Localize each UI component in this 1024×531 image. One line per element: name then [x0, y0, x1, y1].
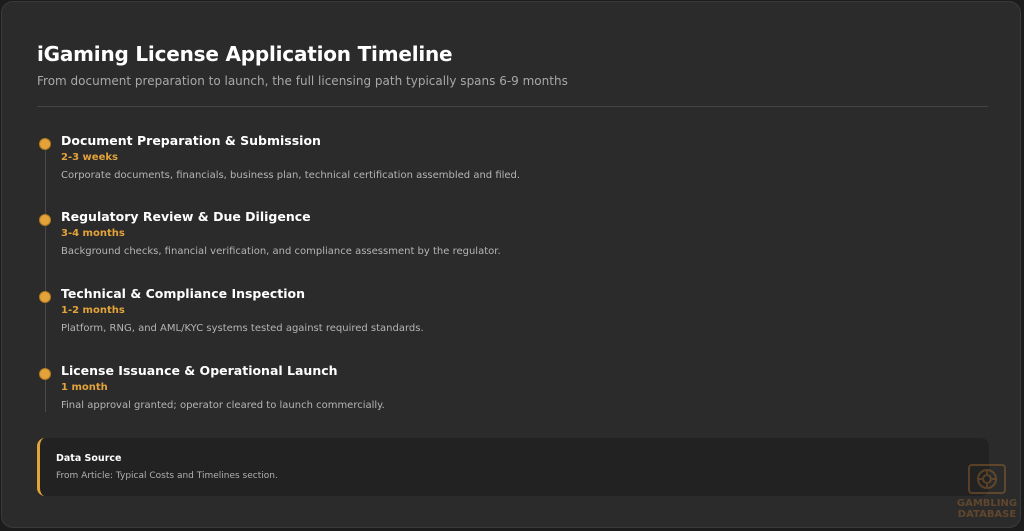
timeline-card: iGaming License Application Timeline Fro…: [1, 1, 1021, 528]
page-title: iGaming License Application Timeline: [37, 42, 453, 66]
timeline-dot-icon: [39, 368, 51, 380]
step-description: Final approval granted; operator cleared…: [61, 400, 385, 411]
timeline-dot-icon: [39, 214, 51, 226]
gambling-database-watermark: GAMBLING DATABASE: [952, 462, 1022, 528]
step-duration: 1-2 months: [61, 305, 125, 316]
timeline-dot-icon: [39, 138, 51, 150]
step-title: Regulatory Review & Due Diligence: [61, 209, 311, 224]
step-duration: 2-3 weeks: [61, 152, 118, 163]
step-title: Document Preparation & Submission: [61, 133, 321, 148]
step-title: License Issuance & Operational Launch: [61, 363, 338, 378]
step-description: Background checks, financial verificatio…: [61, 246, 501, 257]
watermark-line-2: DATABASE: [957, 509, 1017, 520]
watermark-line-1: GAMBLING: [956, 498, 1018, 509]
data-source-title: Data Source: [56, 453, 122, 464]
data-source-box: Data Source From Article: Typical Costs …: [37, 438, 989, 496]
page-subtitle: From document preparation to launch, the…: [37, 74, 568, 88]
step-title: Technical & Compliance Inspection: [61, 286, 306, 301]
step-duration: 1 month: [61, 382, 108, 393]
step-duration: 3-4 months: [61, 228, 125, 239]
data-source-text: From Article: Typical Costs and Timeline…: [56, 471, 278, 481]
step-description: Platform, RNG, and AML/KYC systems teste…: [61, 323, 424, 334]
gambling-database-logo-icon: [968, 464, 1006, 494]
watermark-text: GAMBLING DATABASE: [952, 498, 1022, 520]
timeline-dot-icon: [39, 291, 51, 303]
step-description: Corporate documents, financials, busines…: [61, 170, 521, 181]
header-divider: [37, 106, 988, 107]
